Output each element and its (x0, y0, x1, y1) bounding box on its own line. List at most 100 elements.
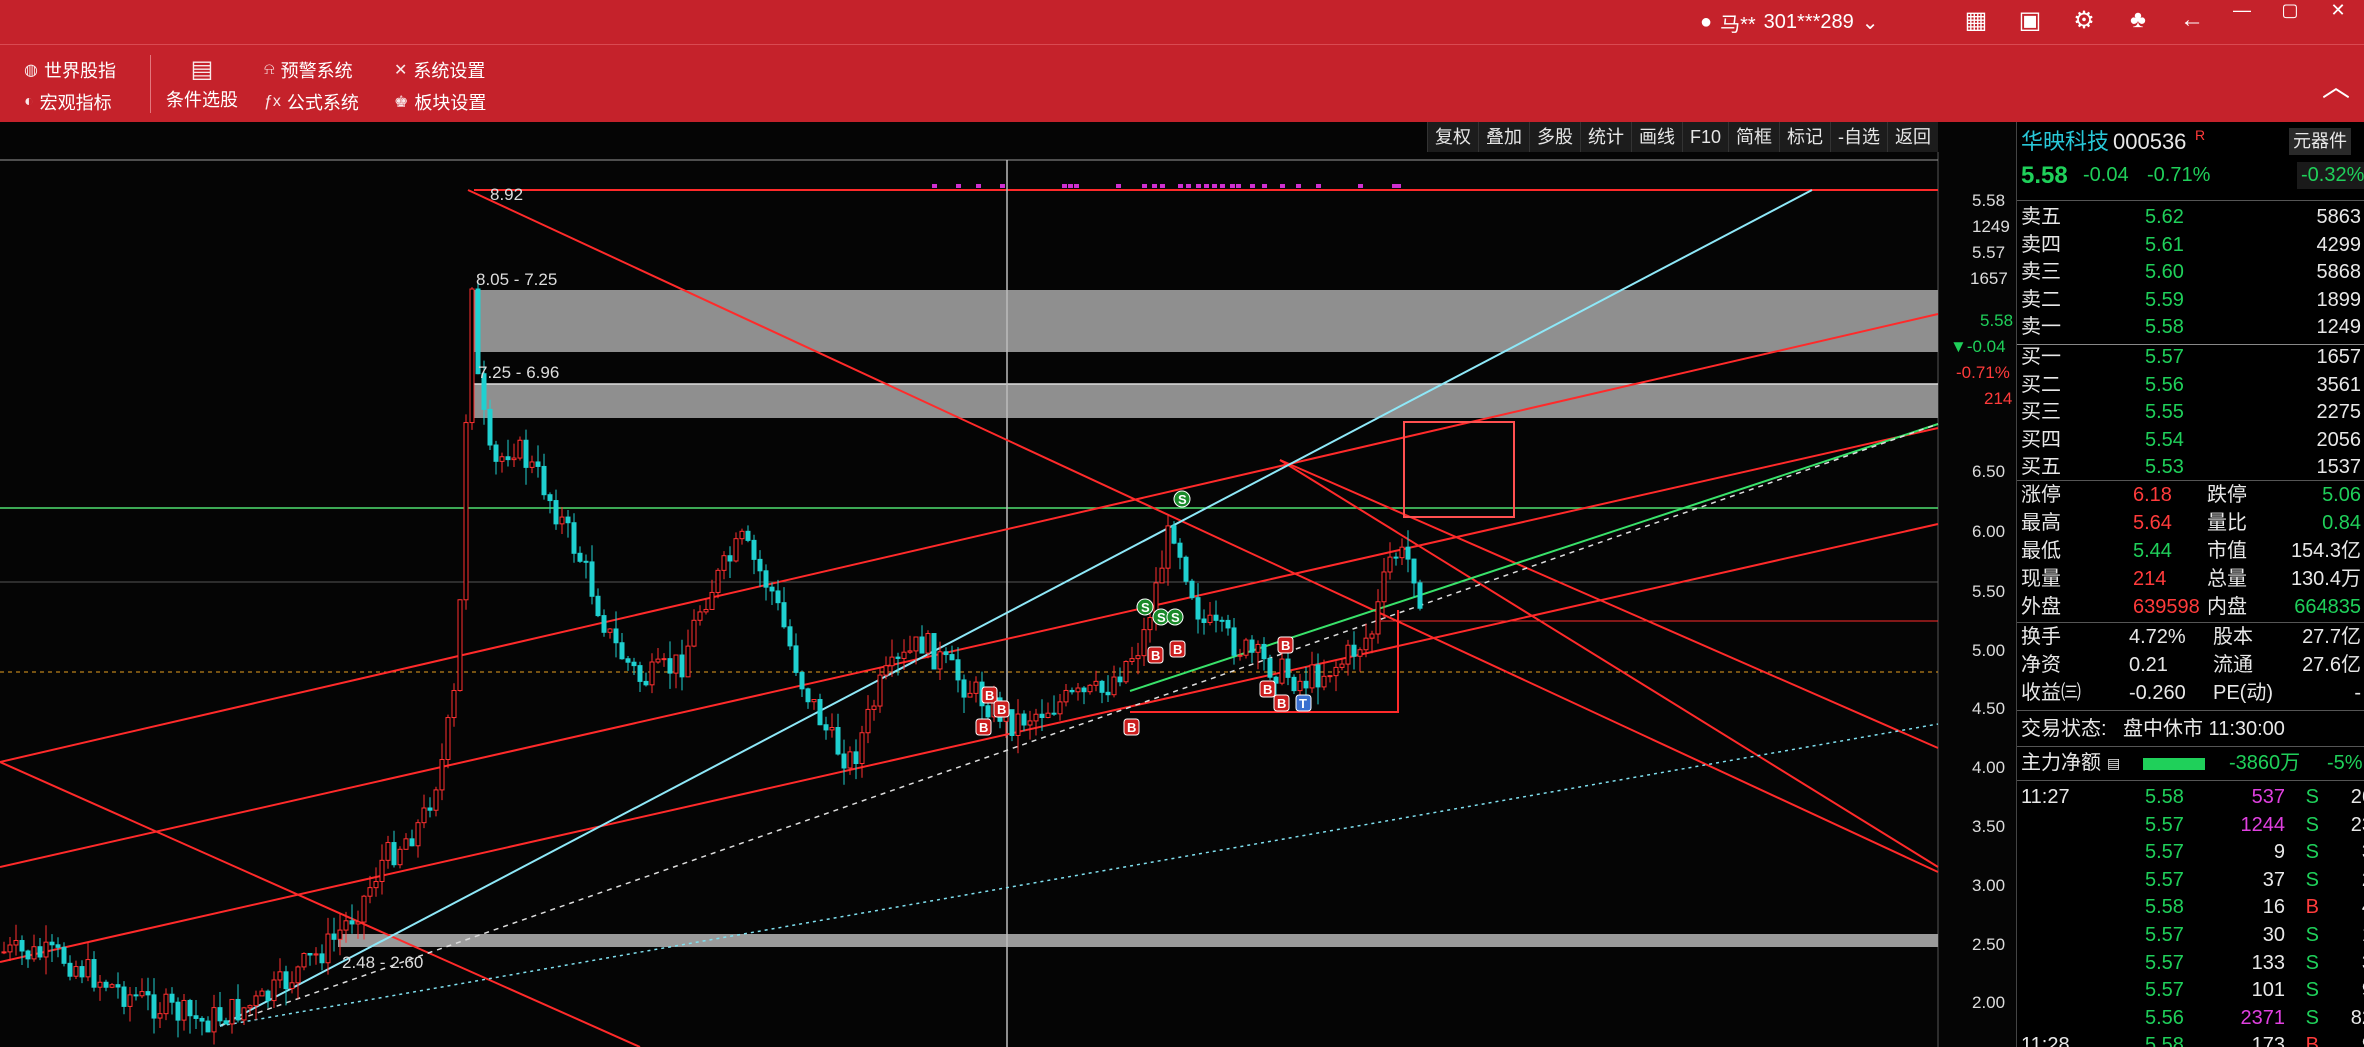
candle[interactable] (475, 288, 481, 375)
user-account[interactable]: ● 马** 301***289 ⌄ (1700, 8, 1879, 37)
candle[interactable] (223, 1020, 229, 1025)
candle[interactable] (613, 628, 619, 644)
candle[interactable] (1243, 639, 1249, 656)
candle[interactable] (1177, 542, 1183, 558)
event-dot[interactable] (1142, 184, 1147, 188)
candle[interactable] (691, 619, 697, 647)
candle[interactable] (943, 651, 949, 656)
candle[interactable] (619, 642, 625, 660)
candle[interactable] (1117, 676, 1123, 683)
buy-marker[interactable]: B (975, 718, 992, 736)
candle[interactable] (559, 516, 565, 525)
candle[interactable] (823, 724, 829, 731)
shirt-icon[interactable]: ♣ (2122, 6, 2154, 35)
candle[interactable] (73, 966, 79, 977)
candle[interactable] (547, 494, 553, 502)
candle[interactable] (139, 991, 145, 997)
candle[interactable] (781, 602, 787, 628)
candle[interactable] (841, 753, 847, 769)
candle[interactable] (193, 1015, 199, 1019)
candle[interactable] (763, 570, 769, 588)
candle[interactable] (403, 838, 409, 850)
candle[interactable] (1129, 658, 1135, 662)
candle[interactable] (367, 887, 373, 897)
candle[interactable] (1249, 639, 1255, 653)
candle[interactable] (163, 993, 169, 1015)
candle[interactable] (1267, 658, 1273, 678)
event-dot[interactable] (1236, 184, 1241, 188)
candle[interactable] (325, 933, 331, 964)
grid-icon[interactable]: ▦ (1960, 6, 1992, 35)
candle[interactable] (919, 636, 925, 654)
candle[interactable] (889, 656, 895, 667)
candle[interactable] (109, 984, 115, 988)
candle[interactable] (7, 944, 13, 953)
event-dot[interactable] (1204, 184, 1209, 188)
candle[interactable] (1105, 691, 1111, 696)
sell-marker[interactable]: S (1166, 608, 1184, 626)
candle[interactable] (337, 929, 343, 940)
candle[interactable] (1195, 597, 1201, 620)
candle[interactable] (1339, 663, 1345, 668)
candle[interactable] (637, 665, 643, 682)
event-dot[interactable] (1160, 184, 1165, 188)
candle[interactable] (1381, 571, 1387, 603)
candle[interactable] (1345, 644, 1351, 665)
candle[interactable] (487, 408, 493, 446)
event-dot[interactable] (1116, 184, 1121, 188)
event-dot[interactable] (1358, 184, 1363, 188)
candle[interactable] (925, 633, 931, 654)
candle[interactable] (1303, 680, 1309, 689)
candle[interactable] (319, 953, 325, 964)
candle[interactable] (1279, 658, 1285, 684)
event-dot[interactable] (1062, 184, 1067, 188)
candle[interactable] (1411, 558, 1417, 584)
candle[interactable] (985, 705, 991, 718)
candle[interactable] (1291, 676, 1297, 692)
event-dot[interactable] (1186, 184, 1191, 188)
candle[interactable] (607, 628, 613, 633)
candle[interactable] (973, 681, 979, 694)
candle[interactable] (37, 946, 43, 958)
candle[interactable] (1363, 637, 1369, 651)
candle[interactable] (445, 717, 451, 761)
candle[interactable] (673, 654, 679, 674)
candle[interactable] (553, 500, 559, 525)
candle[interactable] (733, 538, 739, 562)
event-dot[interactable] (956, 184, 961, 188)
candle[interactable] (1159, 567, 1165, 584)
candle[interactable] (1123, 660, 1129, 683)
candle[interactable] (529, 461, 535, 468)
buy-marker[interactable]: B (1147, 646, 1164, 664)
candle[interactable] (589, 561, 595, 597)
buy-marker[interactable]: B (1169, 640, 1186, 658)
candle[interactable] (1219, 619, 1225, 622)
event-dot[interactable] (1296, 184, 1301, 188)
candle[interactable] (583, 560, 589, 563)
candle[interactable] (61, 946, 67, 964)
candle[interactable] (1405, 546, 1411, 560)
candle[interactable] (1033, 713, 1039, 722)
candle[interactable] (829, 727, 835, 731)
trend-line[interactable] (0, 523, 1939, 963)
candle[interactable] (1357, 649, 1363, 657)
event-dot[interactable] (1152, 184, 1157, 188)
candle[interactable] (871, 705, 877, 710)
candle[interactable] (1231, 627, 1237, 656)
candle[interactable] (1393, 556, 1399, 559)
menu-mark[interactable]: 标记 (1779, 122, 1830, 152)
candle[interactable] (181, 999, 187, 1021)
candle[interactable] (757, 558, 763, 572)
candle[interactable] (1051, 712, 1057, 715)
candle[interactable] (373, 881, 379, 889)
dashed-support-line[interactable] (219, 723, 1939, 1027)
candle[interactable] (1135, 655, 1141, 660)
event-dot[interactable] (1074, 184, 1079, 188)
candle[interactable] (1399, 546, 1405, 559)
candle[interactable] (949, 654, 955, 661)
signal-markers[interactable]: SSS SB B BBBB BBB T (975, 490, 1312, 736)
candle[interactable] (463, 422, 469, 601)
trend-line[interactable] (1279, 459, 1939, 868)
event-dot[interactable] (1220, 184, 1225, 188)
candle[interactable] (787, 626, 793, 647)
